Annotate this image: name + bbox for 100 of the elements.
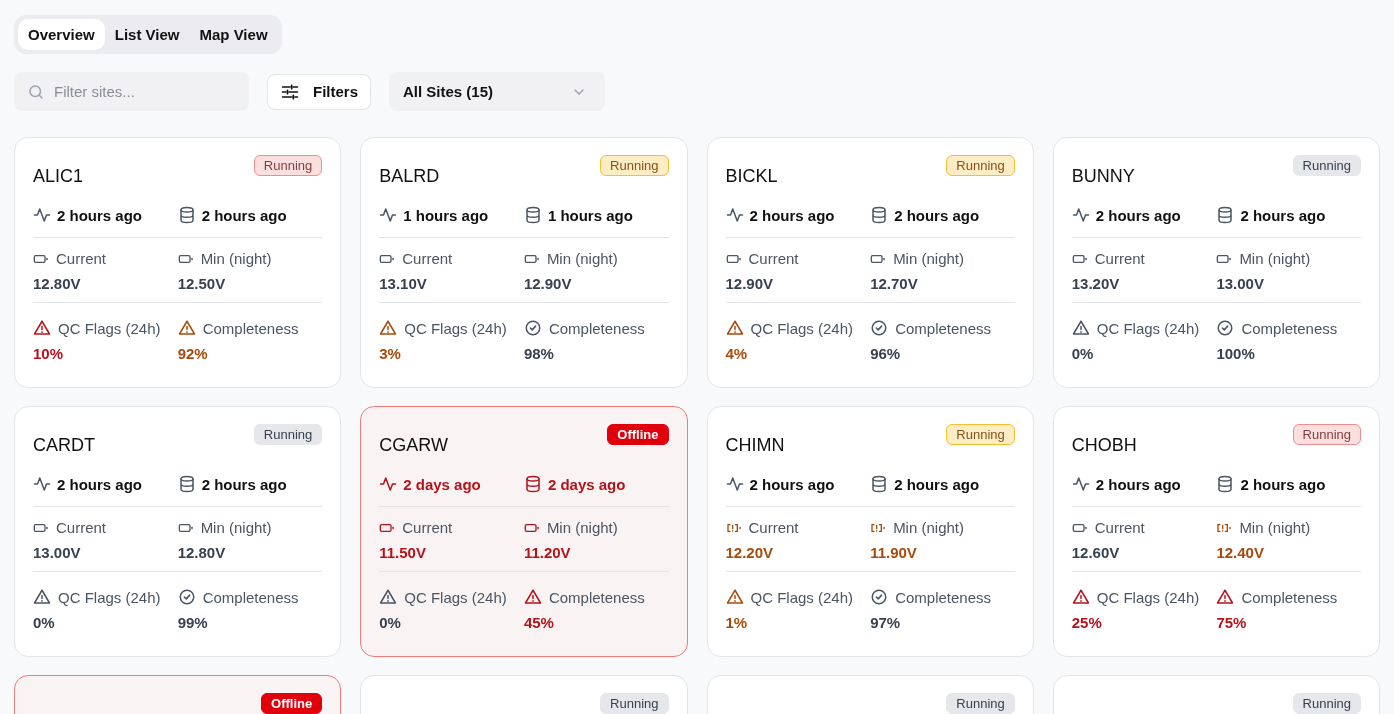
metric-label: Completeness [1241, 319, 1338, 337]
metric-label: Current [56, 519, 107, 536]
metric-value: 13.00V [1216, 275, 1265, 292]
metric-value: 10% [33, 345, 65, 362]
site-card[interactable]: ALIC1 Running 2 hours ago 2 hours ago Current 12.80V Min (night) 12.50V QC Flags (24h) 10% Completeness 92% [14, 137, 342, 388]
status-badge: Offline [261, 693, 323, 714]
metric-value: 12.20V [725, 544, 775, 561]
metric-label: QC Flags (24h) [750, 319, 854, 337]
pulse-icon [725, 206, 744, 224]
metric-label: Min (night) [893, 250, 964, 267]
last-data: 2 hours ago [201, 475, 287, 493]
site-name: CARDT [33, 435, 95, 456]
site-card[interactable]: CHOBH Running 2 hours ago 2 hours ago Current 12.60V Min (night) 12.40V QC Flags (24h) 25% Completeness 75% [1052, 406, 1380, 657]
metric-value: 97% [870, 614, 902, 631]
metric-value: 12.80V [33, 275, 82, 292]
warning-icon [1216, 588, 1235, 606]
metric-label: QC Flags (24h) [1096, 319, 1200, 337]
metric-label: Min (night) [893, 519, 964, 536]
metric-value: 11.20V [523, 544, 572, 561]
status-badge: Running [1292, 155, 1361, 176]
metric-value: 13.10V [379, 275, 428, 292]
site-name: CGARW [379, 435, 448, 456]
metric-label: Current [1094, 250, 1145, 267]
warning-icon [379, 319, 398, 337]
database-icon [523, 206, 542, 224]
view-tab[interactable]: Map View [189, 19, 278, 50]
site-select[interactable]: All Sites (15) [389, 72, 605, 111]
database-icon [870, 206, 889, 224]
site-card[interactable]: Running [360, 675, 688, 714]
metric-value: 75% [1216, 614, 1248, 631]
metric-value: 12.70V [870, 275, 919, 292]
site-name: ALIC1 [33, 166, 84, 187]
metric-label: QC Flags (24h) [1096, 588, 1200, 606]
metric-value: 3% [379, 345, 402, 362]
warning-icon [523, 588, 542, 606]
check-circle-icon [177, 588, 196, 606]
metric-label: Current [402, 519, 453, 536]
warning-icon [725, 588, 744, 606]
site-card[interactable]: BALRD Running 1 hours ago 1 hours ago Current 13.10V Min (night) 12.90V QC Flags (24h) 3% Completeness 98% [360, 137, 688, 388]
site-name: BICKL [725, 166, 778, 187]
warning-icon [1071, 588, 1090, 606]
view-tab[interactable]: List View [104, 19, 190, 50]
status-badge: Running [1292, 424, 1361, 445]
metric-value: 0% [379, 614, 402, 631]
status-badge: Running [946, 424, 1015, 445]
filters-button[interactable]: Filters [267, 73, 371, 110]
last-data: 2 hours ago [201, 206, 287, 224]
warning-icon [725, 319, 744, 337]
warning-icon [33, 588, 51, 606]
metric-value: 96% [870, 345, 902, 362]
metric-value: 100% [1216, 345, 1256, 362]
site-card[interactable]: CGARW Offline 2 days ago 2 days ago Current 11.50V Min (night) 11.20V QC Flags (24h) 0% Completeness 45% [360, 406, 688, 657]
metric-label: Min (night) [200, 519, 272, 536]
pulse-icon [379, 475, 398, 493]
site-card[interactable]: Offline [14, 675, 342, 714]
last-heartbeat: 2 days ago [403, 475, 481, 493]
view-tab[interactable]: Overview [18, 19, 105, 50]
metric-label: QC Flags (24h) [58, 319, 161, 337]
last-data: 2 days ago [547, 475, 626, 493]
metric-label: Completeness [202, 588, 299, 606]
search-field[interactable]: Filter sites... [14, 72, 249, 111]
metric-label: Completeness [895, 319, 991, 337]
metric-value: 0% [33, 614, 56, 631]
check-circle-icon [870, 319, 889, 337]
metric-label: QC Flags (24h) [58, 588, 161, 606]
warning-icon [177, 319, 196, 337]
metric-label: Current [1094, 519, 1145, 536]
metric-label: Min (night) [1239, 519, 1311, 536]
pulse-icon [1071, 206, 1090, 224]
database-icon [1216, 206, 1235, 224]
metric-label: Completeness [1241, 588, 1338, 606]
site-card[interactable]: CARDT Running 2 hours ago 2 hours ago Current 13.00V Min (night) 12.80V QC Flags (24h) 0% Completeness 99% [14, 406, 342, 657]
site-name: BALRD [379, 166, 440, 187]
last-data: 1 hours ago [547, 206, 633, 224]
site-name: CHIMN [725, 435, 785, 456]
metric-value: 92% [177, 345, 209, 362]
status-badge: Running [600, 155, 669, 176]
last-heartbeat: 2 hours ago [1095, 206, 1181, 224]
last-data: 2 hours ago [1240, 475, 1326, 493]
site-name: CHOBH [1071, 435, 1137, 456]
metric-label: Current [748, 250, 799, 267]
metric-label: Min (night) [1239, 250, 1311, 267]
pulse-icon [33, 475, 51, 493]
metric-label: Min (night) [546, 250, 618, 267]
metric-label: QC Flags (24h) [750, 588, 854, 606]
check-circle-icon [523, 319, 542, 337]
site-card[interactable]: Running [706, 675, 1034, 714]
site-card[interactable]: CHIMN Running 2 hours ago 2 hours ago Current 12.20V Min (night) 11.90V QC Flags (24h) 1% Completeness 97% [706, 406, 1034, 657]
metric-label: Completeness [548, 319, 645, 337]
site-card[interactable]: Running [1052, 675, 1380, 714]
status-badge: Running [946, 155, 1015, 176]
last-data: 2 hours ago [894, 206, 980, 224]
site-card[interactable]: BUNNY Running 2 hours ago 2 hours ago Current 13.20V Min (night) 13.00V QC Flags (24h) 0% Completeness 100% [1052, 137, 1380, 388]
metric-value: 11.90V [870, 544, 918, 561]
pulse-icon [379, 206, 398, 224]
metric-value: 4% [725, 345, 749, 362]
site-name: BUNNY [1071, 166, 1135, 187]
last-heartbeat: 2 hours ago [57, 206, 142, 224]
site-card[interactable]: BICKL Running 2 hours ago 2 hours ago Current 12.90V Min (night) 12.70V QC Flags (24h) 4% Completeness 96% [706, 137, 1034, 388]
metric-value: 45% [523, 614, 555, 631]
